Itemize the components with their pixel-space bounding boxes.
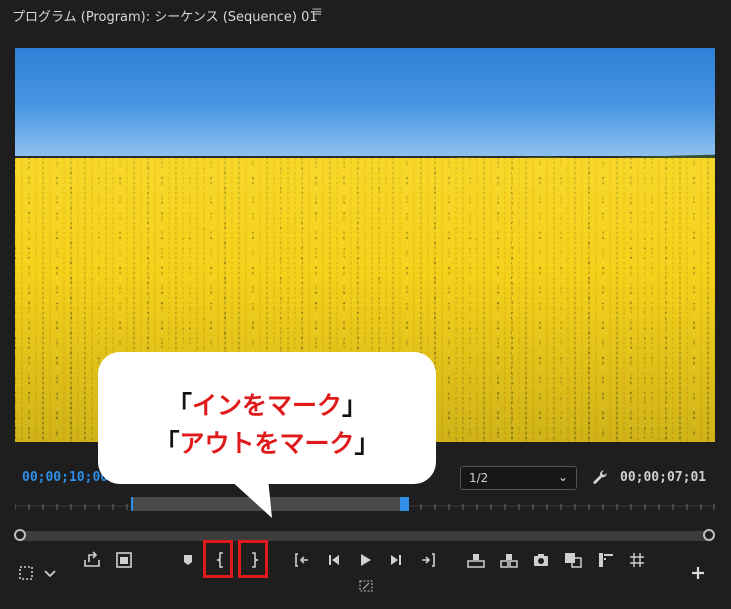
step-back-icon[interactable] (324, 550, 344, 570)
add-button-icon[interactable] (688, 563, 708, 583)
video-sky (15, 48, 715, 156)
bracket-close: 」 (354, 429, 380, 458)
proxy-toggle-icon[interactable] (596, 550, 616, 570)
mark-out-highlight (238, 540, 268, 578)
step-forward-icon[interactable] (386, 550, 406, 570)
extract-icon[interactable] (499, 550, 519, 570)
wrench-icon[interactable] (592, 469, 608, 485)
go-to-out-icon[interactable] (418, 550, 438, 570)
bracket-open: 「 (154, 429, 180, 458)
panel-title[interactable]: プログラム (Program): シーケンス (Sequence) 01 (12, 6, 318, 25)
comparison-view-icon[interactable] (563, 550, 583, 570)
play-icon[interactable] (355, 550, 375, 570)
annotation-callout: 「インをマーク」 「アウトをマーク」 (98, 352, 436, 484)
callout-tail (228, 478, 272, 518)
hamburger-icon[interactable]: ≡ (311, 4, 323, 20)
panel-header: プログラム (Program): シーケンス (Sequence) 01 ≡ (0, 0, 731, 28)
playhead[interactable] (400, 497, 409, 511)
settings-icon[interactable] (16, 563, 36, 583)
bracket-open: 「 (166, 391, 192, 420)
callout-line-2: 「アウトをマーク」 (98, 424, 436, 460)
playhead-timecode[interactable]: 00;00;10;00 (22, 470, 108, 485)
vr-video-icon[interactable] (627, 550, 647, 570)
mark-out-label: アウトをマーク (179, 429, 355, 458)
scroll-handle-right[interactable] (703, 529, 715, 541)
in-point-marker[interactable] (131, 497, 133, 511)
add-marker-icon[interactable] (178, 550, 198, 570)
multi-camera-icon[interactable] (356, 576, 376, 596)
lift-icon[interactable] (466, 550, 486, 570)
export-frame-icon[interactable] (82, 550, 102, 570)
mark-in-label: インをマーク (191, 391, 342, 420)
safe-margins-icon[interactable] (114, 550, 134, 570)
scroll-handle-left[interactable] (14, 529, 26, 541)
bracket-close: 」 (342, 391, 368, 420)
mark-in-highlight (203, 540, 233, 578)
zoom-level-select[interactable]: 1/2 ⌄ (460, 466, 577, 490)
callout-line-1: 「インをマーク」 (98, 386, 436, 422)
camera-icon[interactable] (531, 550, 551, 570)
zoom-level-value: 1/2 (469, 471, 489, 485)
go-to-in-icon[interactable] (292, 550, 312, 570)
chevron-down-icon: ⌄ (557, 470, 568, 484)
duration-timecode: 00;00;07;01 (620, 470, 707, 485)
chevron-down-icon[interactable] (40, 563, 60, 583)
zoom-scroll-bar[interactable] (15, 531, 715, 541)
